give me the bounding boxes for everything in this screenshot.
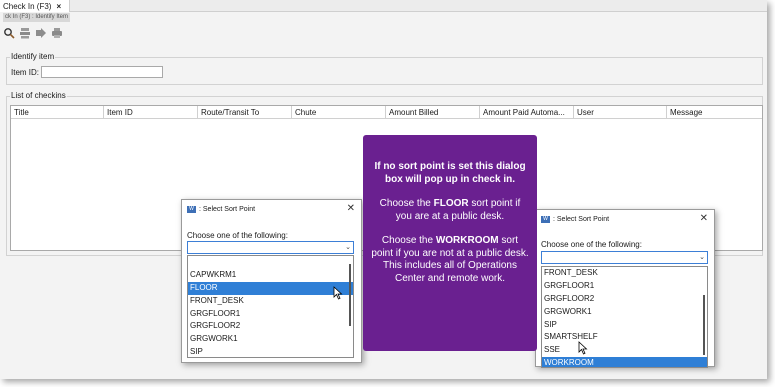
column-header-route[interactable]: Route/Transit To <box>198 106 292 119</box>
dialog-title-bar: W : Select Sort Point <box>536 210 714 228</box>
mouse-cursor-icon <box>333 286 343 300</box>
chevron-down-icon[interactable]: ⌄ <box>699 253 705 261</box>
sort-point-list[interactable]: FRONT_DESK GRGFLOOR1 GRGFLOOR2 GRGWORK1 … <box>541 266 708 368</box>
list-item[interactable]: FRONT_DESK <box>188 295 353 308</box>
checkins-group-label: List of checkins <box>10 91 67 100</box>
list-item[interactable] <box>188 256 353 269</box>
forward-icon[interactable] <box>35 27 47 39</box>
sort-point-dropdown[interactable]: ⌄ <box>187 241 354 254</box>
app-icon: W <box>187 205 196 213</box>
chevron-down-icon[interactable]: ⌄ <box>345 243 351 251</box>
list-item[interactable]: CAPWKRM1 <box>188 269 353 282</box>
table-header: Title Item ID Route/Transit To Chute Amo… <box>11 106 762 119</box>
tab-bar: Check In (F3) × <box>0 0 767 12</box>
column-header-title[interactable]: Title <box>11 106 104 119</box>
column-header-item-id[interactable]: Item ID <box>104 106 198 119</box>
dialog-title: : Select Sort Point <box>199 205 256 213</box>
instruction-callout: If no sort point is set this dialog box … <box>363 135 537 351</box>
list-item[interactable]: GRGFLOOR1 <box>542 280 707 293</box>
list-item[interactable]: GRGFLOOR2 <box>542 293 707 306</box>
dialog-title-bar: W : Select Sort Point <box>182 200 361 218</box>
dialog-prompt: Choose one of the following: <box>187 231 288 240</box>
scrollbar-thumb[interactable] <box>703 295 705 355</box>
sort-point-dropdown[interactable]: ⌄ <box>541 251 708 264</box>
close-icon[interactable]: ✕ <box>347 203 355 214</box>
callout-intro: If no sort point is set this dialog box … <box>374 161 526 185</box>
list-item[interactable]: SIP <box>188 346 353 357</box>
list-item-selected[interactable]: FLOOR <box>188 281 353 295</box>
list-item[interactable]: GRGFLOOR2 <box>188 320 353 333</box>
select-sort-point-dialog-left: W : Select Sort Point ✕ Choose one of th… <box>181 199 362 363</box>
column-header-amount-paid[interactable]: Amount Paid Automa... <box>480 106 574 119</box>
column-header-chute[interactable]: Chute <box>292 106 386 119</box>
close-icon[interactable]: ✕ <box>700 213 708 224</box>
column-header-amount-billed[interactable]: Amount Billed <box>386 106 480 119</box>
item-id-input[interactable] <box>41 66 163 78</box>
printer-icon[interactable] <box>51 27 63 39</box>
identify-item-label: Identify item <box>10 52 56 61</box>
list-item[interactable]: GRGFLOOR1 <box>188 308 353 321</box>
select-sort-point-dialog-right: W : Select Sort Point ✕ Choose one of th… <box>535 209 715 368</box>
list-item[interactable]: SMARTSHELF <box>542 331 707 344</box>
stack-icon[interactable] <box>19 27 31 39</box>
tab-check-in[interactable]: Check In (F3) × <box>0 0 70 12</box>
list-item-selected[interactable]: WORKROOM <box>542 357 707 367</box>
list-item[interactable]: GRGWORK1 <box>188 333 353 346</box>
screen-subtitle: ck In (F3) : Identify Item <box>3 13 71 22</box>
scrollbar-thumb[interactable] <box>349 264 351 326</box>
callout-workroom-instruction: Choose the WORKROOM sort point if you ar… <box>371 235 529 284</box>
dialog-title: : Select Sort Point <box>553 215 610 223</box>
list-item[interactable]: GRGWORK1 <box>542 306 707 319</box>
callout-floor-instruction: Choose the FLOOR sort point if you are a… <box>379 198 521 222</box>
toolbar <box>3 26 63 40</box>
item-id-label: Item ID: <box>11 68 40 77</box>
dialog-prompt: Choose one of the following: <box>541 240 642 249</box>
sort-point-list[interactable]: CAPWKRM1 FLOOR FRONT_DESK GRGFLOOR1 GRGF… <box>187 255 354 358</box>
tab-label: Check In (F3) <box>3 1 52 11</box>
list-item[interactable]: FRONT_DESK <box>542 267 707 280</box>
column-header-message[interactable]: Message <box>667 106 762 119</box>
list-item[interactable]: SIP <box>542 319 707 332</box>
list-item[interactable]: SSE <box>542 344 707 357</box>
mouse-cursor-icon <box>578 341 588 355</box>
tab-close-icon[interactable]: × <box>56 2 61 11</box>
app-icon: W <box>541 215 550 223</box>
check-in-icon[interactable] <box>3 27 15 39</box>
column-header-user[interactable]: User <box>574 106 667 119</box>
